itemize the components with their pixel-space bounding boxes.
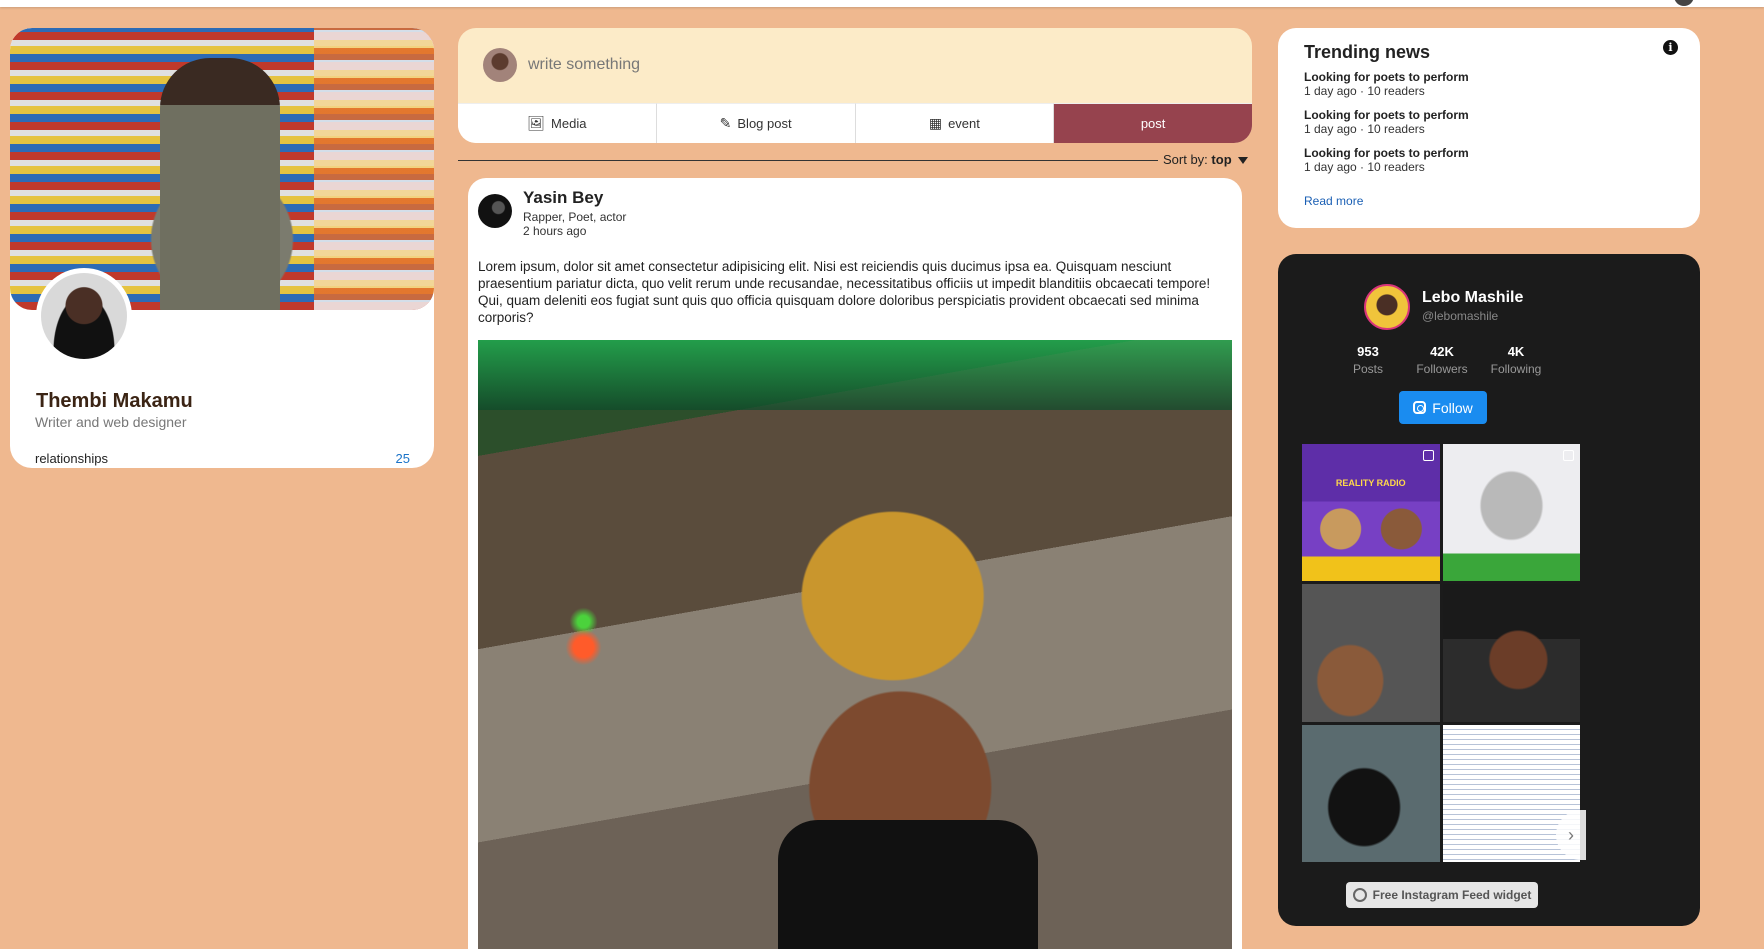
trending-news-card: Trending news i Looking for poets to per… xyxy=(1278,28,1700,228)
instagram-name[interactable]: Lebo Mashile xyxy=(1422,289,1523,307)
news-meta: 1 day ago · 10 readers xyxy=(1304,122,1425,136)
chevron-right-icon: › xyxy=(1568,824,1574,845)
widget-badge-label: Free Instagram Feed widget xyxy=(1372,888,1532,902)
feed-post: Yasin Bey Rapper, Poet, actor 2 hours ag… xyxy=(468,178,1242,949)
post-author-role: Rapper, Poet, actor xyxy=(523,210,627,224)
sort-label: Sort by: xyxy=(1163,152,1208,167)
follow-button[interactable]: Follow xyxy=(1399,391,1487,424)
post-label: post xyxy=(1140,116,1166,131)
follow-label: Follow xyxy=(1432,399,1473,416)
multiple-images-icon xyxy=(1422,450,1434,461)
news-title: Looking for poets to perform xyxy=(1304,70,1469,84)
stat-label: Following xyxy=(1490,362,1542,376)
user-avatar[interactable] xyxy=(1674,0,1694,6)
info-icon[interactable]: i xyxy=(1663,40,1678,55)
stat-value: 953 xyxy=(1357,344,1379,359)
post-body: Lorem ipsum, dolor sit amet consectetur … xyxy=(478,259,1211,325)
instagram-handle: @lebomashile xyxy=(1422,309,1499,323)
stat-posts: 953 Posts xyxy=(1328,344,1408,376)
instagram-widget: Lebo Mashile @lebomashile 953 Posts 42K Fo… xyxy=(1278,254,1700,926)
image-icon: 🖼 xyxy=(527,115,546,131)
blog-post-button[interactable]: ✎ Blog post xyxy=(656,103,856,143)
multiple-images-icon xyxy=(1563,450,1574,461)
post-timestamp: 2 hours ago xyxy=(523,224,587,238)
stat-label: Followers xyxy=(1416,362,1468,376)
composer-input[interactable]: write something xyxy=(528,56,640,74)
news-item[interactable]: Looking for poets to perform 1 day ago ·… xyxy=(1304,146,1469,174)
relationships-link[interactable]: relationships xyxy=(35,451,108,466)
composer-tabs: 🖼 Media ✎ Blog post ▦ event post xyxy=(458,103,1252,143)
news-title: Looking for poets to perform xyxy=(1304,146,1469,160)
stat-value: 4K xyxy=(1507,344,1525,359)
instagram-post[interactable] xyxy=(1442,584,1580,722)
instagram-post[interactable] xyxy=(1302,584,1440,722)
event-label: event xyxy=(948,116,980,131)
top-bar xyxy=(0,0,1764,7)
sort-value: top xyxy=(1211,152,1232,167)
instagram-avatar[interactable] xyxy=(1364,284,1410,330)
composer-avatar xyxy=(483,48,517,82)
post-author-avatar[interactable] xyxy=(478,194,512,228)
instagram-icon xyxy=(1413,401,1427,414)
stat-label: Posts xyxy=(1352,362,1383,376)
relationships-count[interactable]: 25 xyxy=(396,451,410,466)
blog-post-label: Blog post xyxy=(737,116,792,131)
instagram-post[interactable]: REALITY RADIO xyxy=(1302,444,1440,582)
read-more-link[interactable]: Read more xyxy=(1304,194,1363,208)
calendar-icon: ▦ xyxy=(928,115,943,131)
news-meta: 1 day ago · 10 readers xyxy=(1304,160,1425,174)
news-meta: 1 day ago · 10 readers xyxy=(1304,84,1425,98)
widget-logo-icon xyxy=(1352,888,1367,902)
stat-value: 42K xyxy=(1430,344,1454,359)
tile-text: REALITY RADIO xyxy=(1335,478,1406,488)
stat-followers: 42K Followers xyxy=(1402,344,1482,376)
news-item[interactable]: Looking for poets to perform 1 day ago ·… xyxy=(1304,70,1469,98)
profile-card: Thembi Makamu Writer and web designer re… xyxy=(10,28,434,468)
profile-cover-image xyxy=(10,28,434,310)
news-item[interactable]: Looking for poets to perform 1 day ago ·… xyxy=(1304,108,1469,136)
instagram-post[interactable] xyxy=(1302,724,1440,862)
post-author[interactable]: Yasin Bey xyxy=(523,188,603,208)
media-label: Media xyxy=(551,116,587,131)
stat-following: 4K Following xyxy=(1476,344,1556,376)
post-image[interactable] xyxy=(478,340,1232,949)
post-button[interactable]: post xyxy=(1054,103,1252,143)
sort-dropdown[interactable]: Sort by: top xyxy=(1163,152,1248,167)
profile-subtitle: Writer and web designer xyxy=(35,414,187,430)
news-title: Looking for poets to perform xyxy=(1304,108,1469,122)
divider xyxy=(458,160,1158,161)
caret-down-icon xyxy=(1237,157,1248,165)
widget-badge[interactable]: Free Instagram Feed widget xyxy=(1346,882,1538,908)
post-composer: write something 🖼 Media ✎ Blog post ▦ event… xyxy=(458,28,1252,143)
trending-title: Trending news xyxy=(1304,42,1431,62)
profile-name: Thembi Makamu xyxy=(36,390,193,412)
instagram-grid: REALITY RADIO xyxy=(1302,444,1580,862)
media-button[interactable]: 🖼 Media xyxy=(458,103,657,143)
instagram-post[interactable] xyxy=(1442,444,1580,582)
event-button[interactable]: ▦ event xyxy=(855,103,1055,143)
profile-avatar[interactable] xyxy=(36,268,132,364)
pen-icon: ✎ xyxy=(719,115,732,131)
